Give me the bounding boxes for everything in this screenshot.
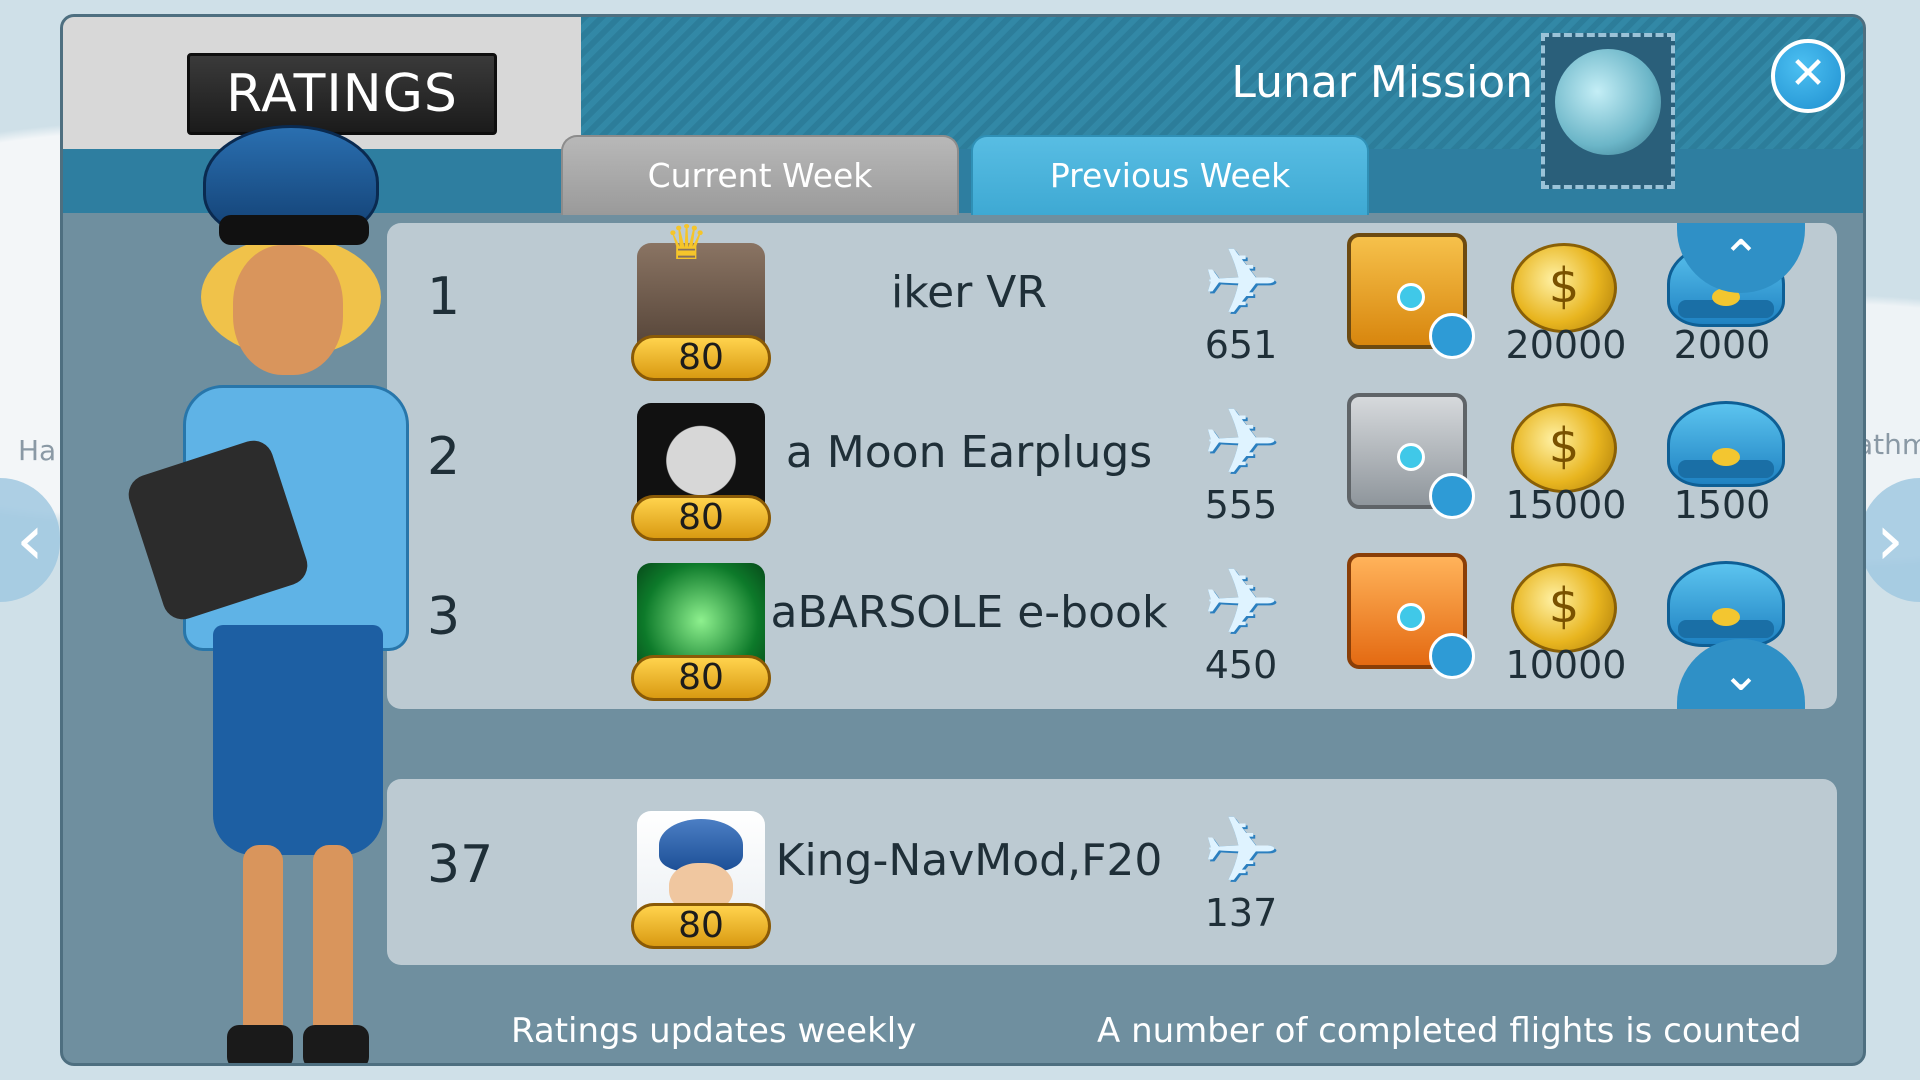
leaderboard-row: 2 80 a Moon Earplugs ✈ 555 $ 15000 1500 [387,383,1837,543]
crown-icon: ♛ [665,223,709,271]
coins-reward: 10000 [1505,643,1627,687]
avatar: 80 [631,403,771,541]
pilot-shoe [227,1025,293,1063]
flights-count: 450 [1204,643,1278,687]
chevron-down-icon: ⌄ [1720,646,1762,702]
plane-icon: ✈ [1202,389,1280,496]
level-badge: 80 [631,903,771,949]
avatar: ♛ 80 [631,223,771,381]
pilot-leg [243,845,283,1045]
chevron-up-icon: ⌃ [1720,230,1762,286]
chevron-right-icon: › [1876,499,1904,581]
pilot-cap-icon [1667,401,1785,487]
caps-reward: 2000 [1673,323,1771,367]
player-row: 37 80 King-NavMod,F20 ✈ 137 [387,791,1837,951]
caps-reward: 1500 [1673,483,1771,527]
coins-icon: $ [1511,563,1617,653]
plane-icon: ✈ [1202,797,1280,904]
coins-reward: 15000 [1505,483,1627,527]
plane-icon: ✈ [1202,229,1280,336]
coins-icon: $ [1511,243,1617,333]
moon-icon [1555,49,1661,155]
chevron-left-icon: ‹ [16,499,44,581]
page-title: RATINGS [187,53,497,135]
close-icon: ✕ [1789,48,1827,99]
level-badge: 80 [631,335,771,381]
player-name: aBARSOLE e-book [770,587,1168,638]
flights-count: 137 [1204,891,1278,935]
chest-lock [1397,443,1425,471]
leaderboard-list[interactable]: 1 ♛ 80 iker VR ✈ 651 $ 20000 2000 2 80 a… [387,223,1837,709]
pilot-cap-icon [1667,561,1785,647]
silver-chest-icon [1347,393,1475,519]
cap-emblem [1712,608,1740,626]
pilot-face [233,245,343,375]
footer-note-flights: A number of completed flights is counted [1097,1011,1802,1051]
level-badge: 80 [631,655,771,701]
player-name: King-NavMod,F20 [775,835,1163,886]
coins-reward: 20000 [1505,323,1627,367]
pilot-hat-brim [219,215,369,245]
leaderboard-row: 1 ♛ 80 iker VR ✈ 651 $ 20000 2000 [387,223,1837,383]
mission-stamp-image [1541,33,1675,189]
pilot-leg [313,845,353,1045]
cap-emblem [1712,448,1740,466]
ratings-panel: RATINGS Current Week Previous Week Lunar… [60,14,1866,1066]
rocket-badge-icon [1429,473,1475,519]
chest-lock [1397,603,1425,631]
player-name: a Moon Earplugs [785,427,1153,478]
pilot-shoe [303,1025,369,1063]
pilot-skirt [213,625,383,855]
pilot-character-illustration [123,125,443,1063]
avatar: 80 [631,811,771,949]
rocket-badge-icon [1429,313,1475,359]
level-badge: 80 [631,495,771,541]
close-button[interactable]: ✕ [1771,39,1845,113]
mission-title: Lunar Mission [1231,57,1533,108]
plane-icon: ✈ [1202,549,1280,656]
current-player-row: 37 80 King-NavMod,F20 ✈ 137 [387,779,1837,965]
gold-chest-icon [1347,233,1475,359]
chest-lock [1397,283,1425,311]
bronze-chest-icon [1347,553,1475,679]
flights-count: 651 [1204,323,1278,367]
tab-current-week[interactable]: Current Week [561,135,959,215]
coins-icon: $ [1511,403,1617,493]
tab-previous-week[interactable]: Previous Week [971,135,1369,215]
leaderboard-row: 3 80 aBARSOLE e-book ✈ 450 $ 10000 [387,543,1837,703]
player-name: iker VR [891,267,1047,318]
flights-count: 555 [1204,483,1278,527]
map-label-left: Ha [18,434,57,467]
footer-note-weekly: Ratings updates weekly [511,1011,917,1051]
rocket-badge-icon [1429,633,1475,679]
avatar: 80 [631,563,771,701]
